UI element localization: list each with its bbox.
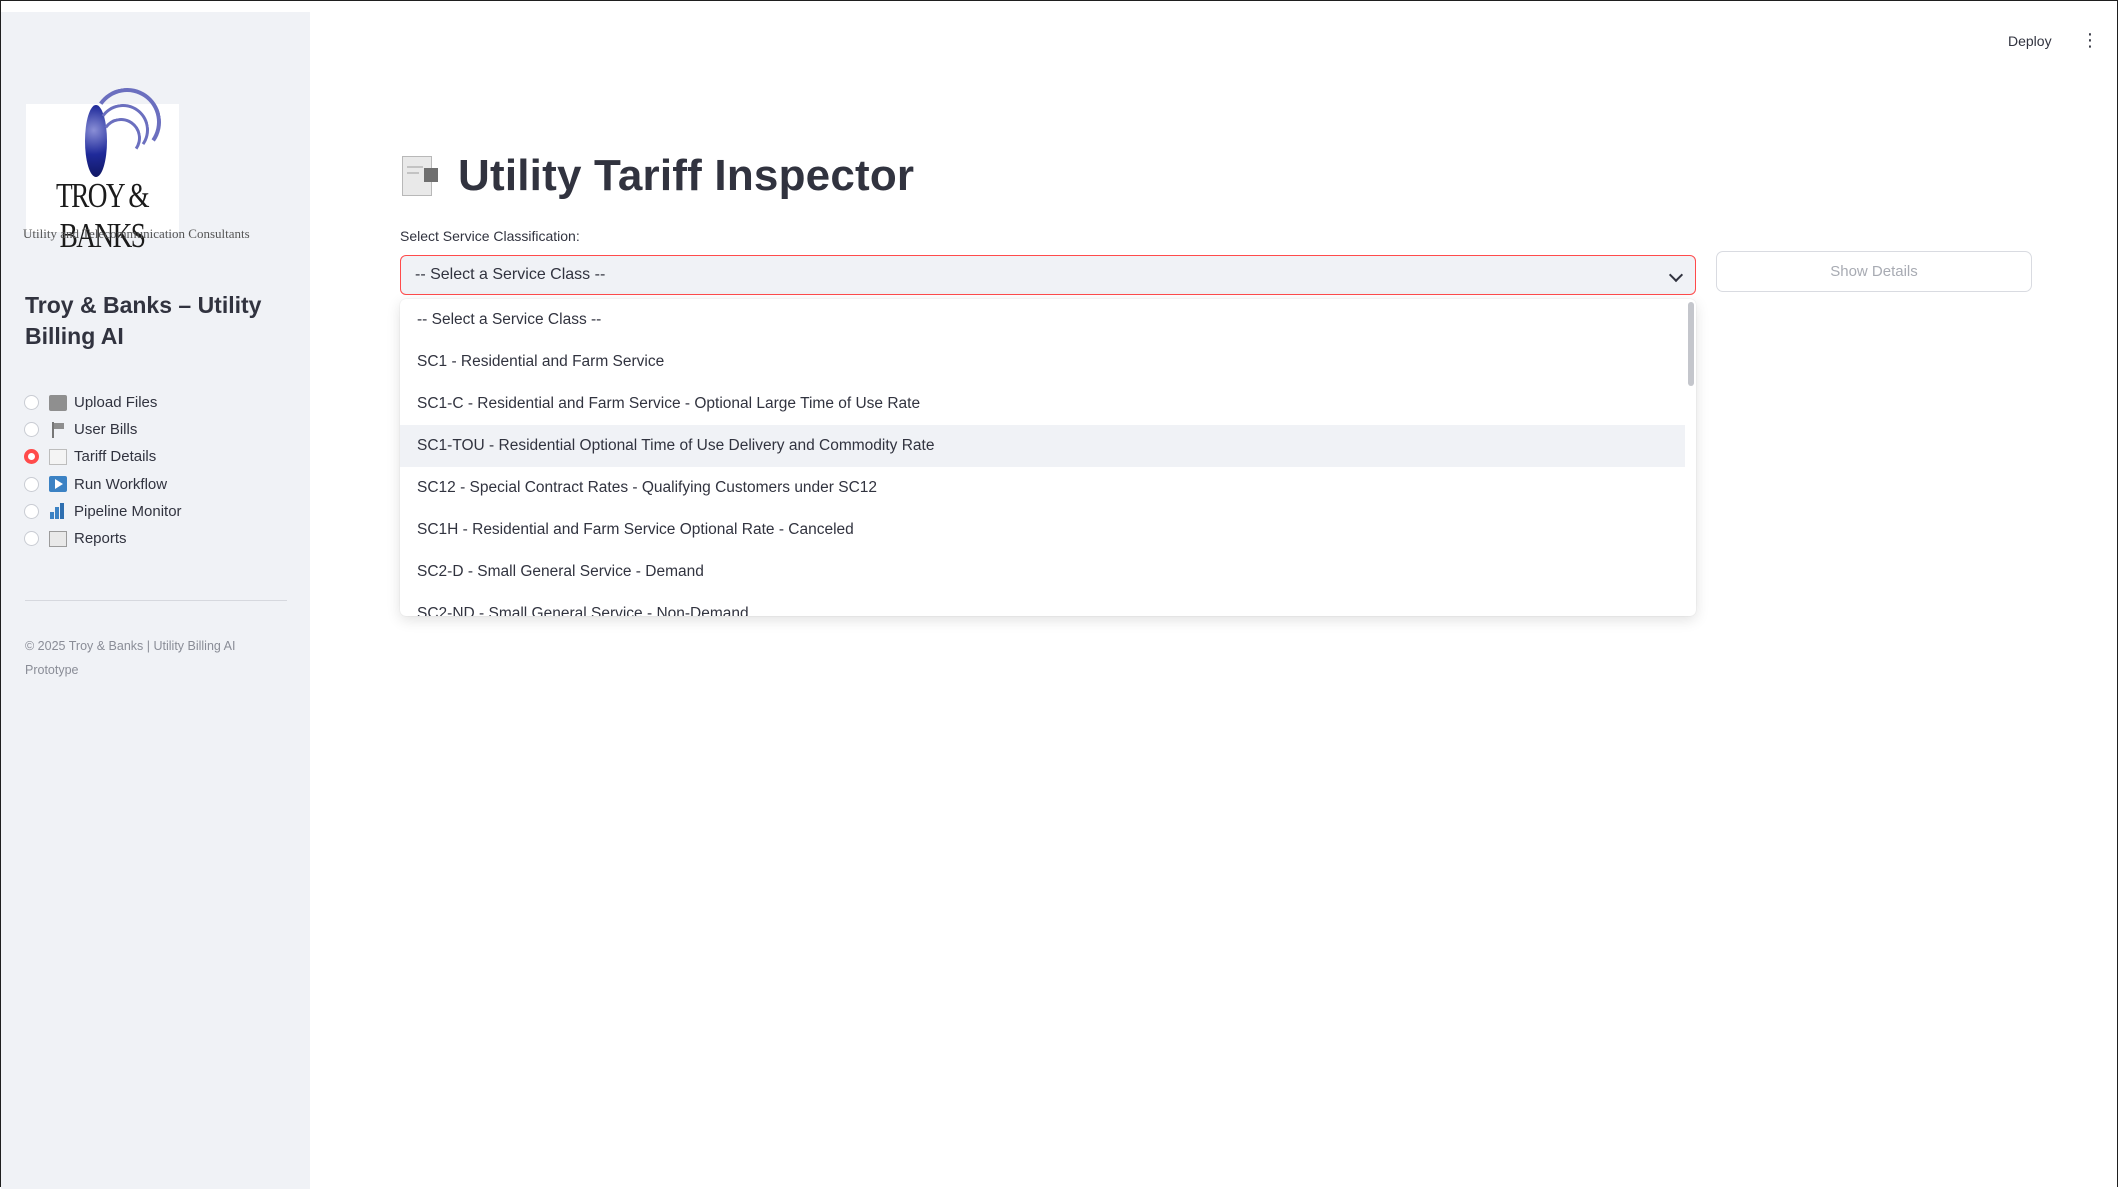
sidebar-footer: © 2025 Troy & Banks | Utility Billing AI…	[25, 639, 236, 677]
kebab-menu-icon[interactable]: ⋮	[2081, 31, 2099, 49]
select-value: -- Select a Service Class --	[415, 266, 606, 283]
logo-brand-text: TROY & BANKS	[55, 176, 150, 255]
show-details-button[interactable]: Show Details	[1716, 251, 2032, 292]
bar-chart-icon	[49, 503, 67, 520]
flag-icon	[49, 421, 67, 438]
dropdown-option-highlighted[interactable]: SC1-TOU - Residential Optional Time of U…	[400, 425, 1685, 467]
deploy-button[interactable]: Deploy	[2008, 33, 2052, 49]
sidebar-item-reports[interactable]: Reports	[24, 525, 182, 552]
chevron-down-icon[interactable]	[1668, 267, 1684, 283]
logo-tagline: Utility and Telecommunication Consultant…	[23, 226, 250, 241]
page-icon	[49, 448, 67, 465]
sidebar-item-label: Tariff Details	[74, 448, 157, 466]
sidebar-item-upload-files[interactable]: Upload Files	[24, 389, 182, 416]
page-facing-up-icon	[400, 156, 438, 198]
sidebar-item-tariff-details[interactable]: Tariff Details	[24, 443, 182, 470]
sidebar-item-pipeline-monitor[interactable]: Pipeline Monitor	[24, 498, 182, 525]
dropdown-option[interactable]: SC1 - Residential and Farm Service	[400, 341, 1685, 383]
sidebar-item-run-workflow[interactable]: Run Workflow	[24, 471, 182, 498]
page-title: Utility Tariff Inspector	[458, 151, 915, 200]
dropdown-option[interactable]: SC12 - Special Contract Rates - Qualifyi…	[400, 467, 1685, 509]
report-icon	[49, 530, 67, 547]
sidebar-item-label: User Bills	[74, 421, 138, 439]
select-label: Select Service Classification:	[400, 228, 580, 244]
troy-banks-logo: TROY & BANKS Utility and Telecommunicati…	[23, 82, 250, 255]
sidebar-item-label: Upload Files	[74, 394, 158, 412]
sidebar-divider	[25, 600, 287, 601]
sidebar-title: Troy & Banks – Utility Billing AI	[25, 292, 262, 349]
radio-icon[interactable]	[24, 395, 39, 411]
radio-icon[interactable]	[24, 422, 39, 438]
dropdown-option[interactable]: -- Select a Service Class --	[400, 299, 1685, 341]
dropdown-option[interactable]: SC2-ND - Small General Service - Non-Dem…	[400, 593, 1685, 616]
dropdown-option[interactable]: SC1-C - Residential and Farm Service - O…	[400, 383, 1685, 425]
folder-icon	[49, 394, 67, 411]
service-class-select[interactable]: -- Select a Service Class --	[400, 255, 1696, 295]
sidebar-item-label: Reports	[74, 530, 127, 548]
play-icon	[49, 476, 67, 493]
dropdown-scrollbar[interactable]	[1688, 302, 1694, 386]
radio-icon[interactable]	[24, 531, 39, 547]
radio-icon[interactable]	[24, 476, 39, 492]
sidebar-nav: Upload Files User Bills Tariff Details R…	[24, 389, 182, 552]
radio-icon[interactable]	[24, 503, 39, 519]
sidebar: TROY & BANKS Utility and Telecommunicati…	[1, 12, 310, 1189]
sidebar-item-user-bills[interactable]: User Bills	[24, 416, 182, 443]
sidebar-item-label: Run Workflow	[74, 475, 168, 493]
select-dropdown-menu: -- Select a Service Class -- SC1 - Resid…	[400, 299, 1696, 616]
dropdown-option[interactable]: SC2-D - Small General Service - Demand	[400, 551, 1685, 593]
radio-selected-icon[interactable]	[24, 449, 39, 465]
sidebar-item-label: Pipeline Monitor	[74, 502, 182, 520]
dropdown-option[interactable]: SC1H - Residential and Farm Service Opti…	[400, 509, 1685, 551]
